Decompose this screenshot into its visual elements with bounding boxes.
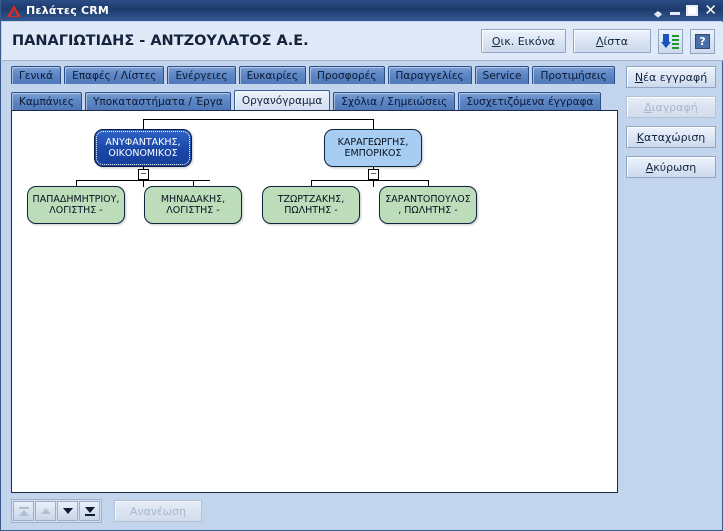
tab-energeies[interactable]: Ενέργειες	[167, 66, 236, 84]
maximize-icon[interactable]	[686, 5, 699, 16]
restore-icon[interactable]	[654, 7, 663, 18]
minimize-icon[interactable]	[670, 12, 681, 15]
previous-record-button[interactable]	[35, 501, 56, 521]
node-line1: ΣΑΡΑΝΤΟΠΟΥΛΟΣ	[385, 193, 471, 205]
node-line2: ΛΟΓΙΣΤΗΣ -	[49, 205, 103, 216]
next-record-button[interactable]	[57, 501, 78, 521]
app-logo-icon	[6, 3, 22, 19]
collapse-toggle-karageorgis[interactable]: –	[368, 169, 379, 180]
cancel-accel: Α	[645, 160, 654, 174]
tab-organogramma[interactable]: Οργανόγραμμα	[233, 90, 331, 110]
tab-ypokatastimata-erga[interactable]: Υποκαταστήματα / Έργα	[85, 92, 231, 110]
orgchart-node-anyfantakis[interactable]: ΑΝΥΦΑΝΤΑΚΗΣ, ΟΙΚΟΝΟΜΙΚΟΣ	[94, 129, 192, 167]
node-line1: ΜΗΝΑΔΑΚΗΣ,	[160, 193, 226, 205]
export-download-icon	[661, 33, 679, 50]
refresh-button[interactable]: Ανανέωση	[114, 500, 202, 522]
header-bar: ΠΑΝΑΓΙΩΤΙΔΗΣ - ΑΝΤΖΟΥΛΑΤΟΣ Α.Ε. Οικ. Εικ…	[2, 22, 723, 61]
tab-service[interactable]: Service	[474, 66, 530, 84]
orgchart-panel: ΑΝΥΦΑΝΤΑΚΗΣ, ΟΙΚΟΝΟΜΙΚΟΣ ΚΑΡΑΓΕΩΡΓΗΣ, ΕΜ…	[11, 110, 618, 493]
save-accel: Κ	[636, 130, 644, 144]
orgchart-node-papadimitriou[interactable]: ΠΑΠΑΔΗΜΗΤΡΙΟΥ, ΛΟΓΙΣΤΗΣ -	[27, 186, 125, 224]
close-icon[interactable]: ✕	[704, 3, 717, 18]
new-record-button[interactable]: Νέα εγγραφή	[626, 66, 716, 88]
connector-right-horizontal	[311, 180, 428, 181]
first-record-icon	[18, 506, 29, 516]
node-line2: ΕΜΠΟΡΙΚΟΣ	[344, 148, 402, 159]
orgchart-node-karageorgis[interactable]: ΚΑΡΑΓΕΩΡΓΗΣ, ΕΜΠΟΡΙΚΟΣ	[324, 129, 422, 167]
orgchart-node-sarantopoulos[interactable]: ΣΑΡΑΝΤΟΠΟΥΛΟΣ , ΠΩΛΗΤΗΣ -	[379, 186, 477, 224]
node-line2: ΠΩΛΗΤΗΣ -	[284, 205, 338, 216]
list-label: ίστα	[603, 34, 629, 48]
economic-view-label: ικ. Εικόνα	[500, 34, 555, 48]
orgchart-canvas[interactable]: ΑΝΥΦΑΝΤΑΚΗΣ, ΟΙΚΟΝΟΜΙΚΟΣ ΚΑΡΑΓΕΩΡΓΗΣ, ΕΜ…	[12, 111, 617, 492]
header-actions: Οικ. Εικόνα Λίστα ?	[480, 28, 723, 54]
save-button[interactable]: Καταχώριση	[626, 126, 716, 148]
new-record-label: έα εγγραφή	[643, 70, 708, 84]
last-record-button[interactable]	[79, 501, 100, 521]
first-record-button[interactable]	[13, 501, 34, 521]
economic-view-button[interactable]: Οικ. Εικόνα	[480, 29, 566, 53]
last-record-icon	[84, 506, 95, 516]
orgchart-node-tzortzakis[interactable]: ΤΖΩΡΤΖΑΚΗΣ, ΠΩΛΗΤΗΣ -	[262, 186, 360, 224]
tab-row-2: Καμπάνιες Υποκαταστήματα / Έργα Οργανόγρ…	[2, 88, 622, 110]
help-question-icon: ?	[695, 33, 710, 49]
node-line2: ΛΟΓΙΣΤΗΣ -	[166, 205, 220, 216]
economic-view-accel: Ο	[491, 34, 501, 48]
bottom-toolbar: Ανανέωση	[11, 497, 202, 525]
node-line1: ΚΑΡΑΓΕΩΡΓΗΣ,	[337, 136, 409, 148]
tab-scholia-simeioseis[interactable]: Σχόλια / Σημειώσεις	[333, 92, 456, 110]
save-label: αταχώριση	[643, 130, 706, 144]
tab-genika[interactable]: Γενικά	[11, 66, 62, 84]
application-window: Πελάτες CRM ✕ ΠΑΝΑΓΙΩΤΙΔΗΣ - ΑΝΤΖΟΥΛΑΤΟΣ…	[0, 0, 723, 531]
node-line2: ΟΙΚΟΝΟΜΙΚΟΣ	[108, 148, 178, 159]
delete-accel: Δ	[644, 100, 652, 114]
export-button[interactable]	[658, 28, 683, 54]
tab-paraggelies[interactable]: Παραγγελίες	[387, 66, 472, 84]
orgchart-node-minadakis[interactable]: ΜΗΝΑΔΑΚΗΣ, ΛΟΓΙΣΤΗΣ -	[144, 186, 242, 224]
window-controls: ✕	[652, 3, 721, 18]
tab-row-1: Γενικά Επαφές / Λίστες Ενέργειες Ευκαιρί…	[2, 62, 622, 84]
previous-record-icon	[40, 508, 51, 514]
record-navigation-group	[11, 499, 102, 523]
delete-button[interactable]: Διαγραφή	[626, 96, 716, 118]
connector-right-stem-lower	[373, 180, 374, 187]
page-title: ΠΑΝΑΓΙΩΤΙΔΗΣ - ΑΝΤΖΟΥΛΑΤΟΣ Α.Ε.	[12, 33, 309, 49]
title-bar: Πελάτες CRM ✕	[1, 0, 723, 21]
window-title: Πελάτες CRM	[26, 4, 110, 17]
list-accel: Λ	[595, 34, 604, 48]
side-action-buttons: Νέα εγγραφή Διαγραφή Καταχώριση Ακύρωση	[626, 66, 716, 178]
tab-kampanies[interactable]: Καμπάνιες	[11, 92, 82, 110]
tab-eukairies[interactable]: Ευκαιρίες	[238, 66, 307, 84]
help-button[interactable]: ?	[690, 28, 715, 54]
next-record-icon	[62, 508, 73, 514]
connector-root-horizontal	[143, 119, 373, 120]
tab-prosfores[interactable]: Προσφορές	[309, 66, 385, 84]
tab-protimiseis[interactable]: Προτιμήσεις	[532, 66, 615, 84]
tab-strip: Γενικά Επαφές / Λίστες Ενέργειες Ευκαιρί…	[2, 62, 622, 110]
list-button[interactable]: Λίστα	[573, 29, 651, 53]
new-record-accel: Ν	[634, 70, 644, 84]
tab-sysxetizomena-eggrafa[interactable]: Συσχετιζόμενα έγγραφα	[458, 92, 602, 110]
collapse-toggle-anyfantakis[interactable]: –	[138, 169, 149, 180]
connector-left-horizontal	[76, 180, 210, 181]
node-line1: ΠΑΠΑΔΗΜΗΤΡΙΟΥ,	[32, 193, 120, 205]
connector-left-stem-lower	[143, 180, 144, 187]
cancel-button[interactable]: Ακύρωση	[626, 156, 716, 178]
cancel-label: κύρωση	[653, 160, 697, 174]
node-line1: ΤΖΩΡΤΖΑΚΗΣ,	[277, 193, 345, 205]
tab-epafes-listes[interactable]: Επαφές / Λίστες	[64, 66, 165, 84]
node-line1: ΑΝΥΦΑΝΤΑΚΗΣ,	[105, 136, 181, 148]
node-line2: , ΠΩΛΗΤΗΣ -	[398, 205, 458, 216]
delete-label: ιαγραφή	[651, 100, 698, 114]
